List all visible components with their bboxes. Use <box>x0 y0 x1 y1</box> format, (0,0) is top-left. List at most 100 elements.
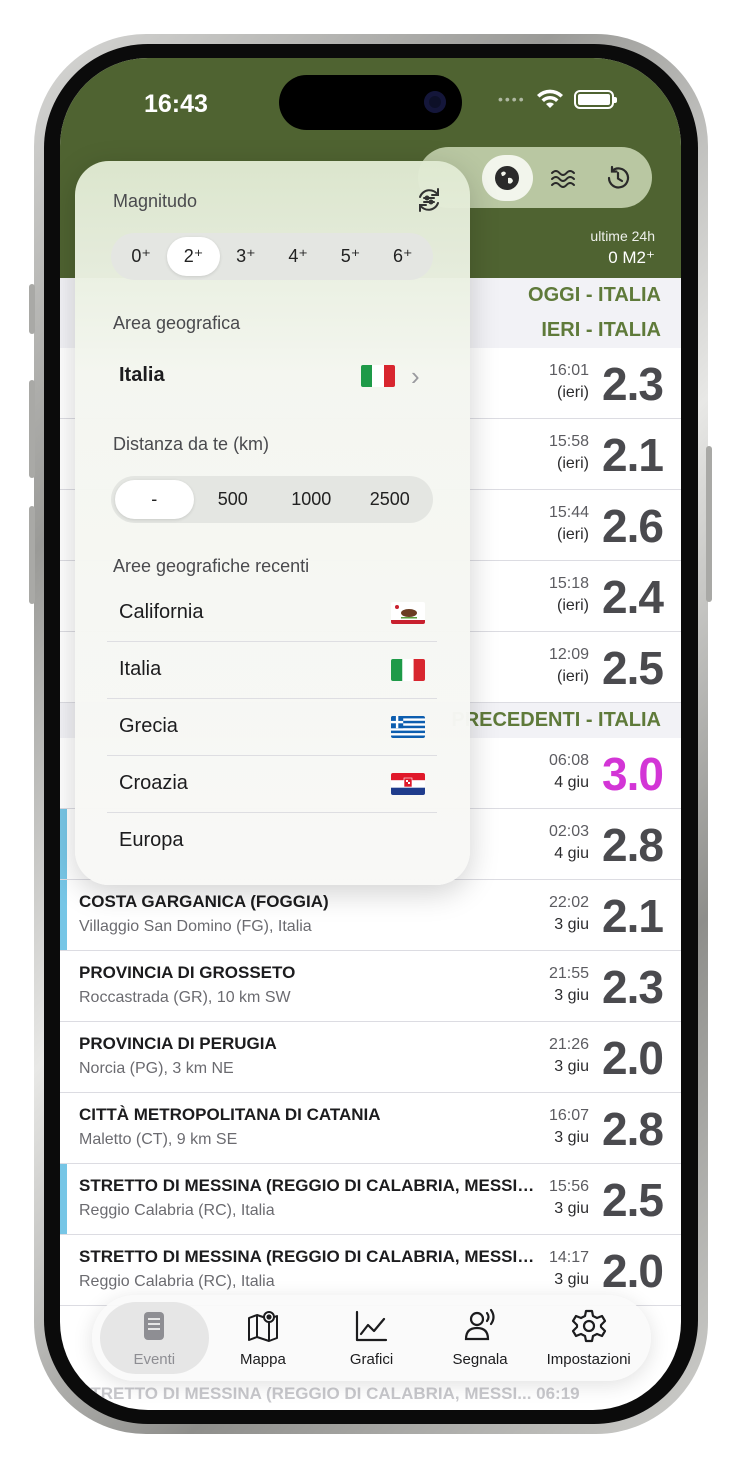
event-location: Reggio Calabria (RC), Italia <box>79 1273 275 1290</box>
bottom-ghost-row: STRETTO DI MESSINA (REGGIO DI CALABRIA, … <box>79 1384 580 1403</box>
event-time-block: 12:09 (ieri) <box>549 644 589 688</box>
event-time-block: 15:44 (ieri) <box>549 502 589 546</box>
event-time: 21:26 <box>548 1036 589 1053</box>
event-magnitude: 2.1 <box>602 429 664 481</box>
event-time-block: 15:18 (ieri) <box>549 573 589 617</box>
magnitude-chip[interactable]: 6⁺ <box>377 237 429 276</box>
recent-area-item[interactable]: California <box>107 585 437 642</box>
volume-down-button <box>29 506 35 604</box>
settings-icon <box>571 1308 607 1349</box>
area-selector-button[interactable]: Italia › <box>107 346 437 406</box>
history-icon <box>608 165 630 189</box>
event-time-block: 21:55 3 giu <box>549 963 589 1007</box>
magnitude-selector: 0⁺ 2⁺ 3⁺ 4⁺ 5⁺ 6⁺ <box>111 233 433 280</box>
event-location: Maletto (CT), 9 km SE <box>79 1131 238 1148</box>
distance-chip[interactable]: 2500 <box>351 480 430 519</box>
segment-history[interactable] <box>593 155 645 201</box>
tab-label: Eventi <box>133 1351 176 1368</box>
event-time: 15:18 <box>548 575 589 592</box>
tab-label: Segnala <box>452 1351 508 1368</box>
event-date: 3 giu <box>554 1271 589 1288</box>
magnitude-chip[interactable]: 3⁺ <box>220 237 272 276</box>
event-time: 21:55 <box>548 965 589 982</box>
event-time-block: 15:56 3 giu <box>549 1176 589 1220</box>
croatia-flag-icon <box>391 773 425 795</box>
chart-icon <box>353 1308 389 1349</box>
recent-area-item[interactable]: Italia <box>107 642 437 699</box>
distance-label: Distanza da te (km) <box>113 434 270 454</box>
tab-mappa[interactable]: Mappa <box>209 1302 318 1374</box>
status-time: 16:43 <box>144 90 208 118</box>
event-time-block: 14:17 3 giu <box>549 1247 589 1291</box>
battery-icon <box>573 89 617 109</box>
recent-area-name: Europa <box>119 829 184 851</box>
event-magnitude: 2.0 <box>602 1032 664 1084</box>
event-magnitude: 2.6 <box>602 500 664 552</box>
report-icon <box>462 1308 498 1349</box>
event-time-block: 15:58 (ieri) <box>549 431 589 475</box>
california-flag-icon <box>391 602 425 624</box>
magnitude-chip[interactable]: 0⁺ <box>115 237 167 276</box>
tab-grafici[interactable]: Grafici <box>317 1302 426 1374</box>
events-icon <box>136 1308 172 1349</box>
event-date: 4 giu <box>554 845 589 862</box>
event-time: 15:56 <box>548 1178 589 1195</box>
magnitude-chip[interactable]: 5⁺ <box>324 237 376 276</box>
event-magnitude: 2.3 <box>602 961 664 1013</box>
tab-segnala[interactable]: Segnala <box>426 1302 535 1374</box>
period-label: ultime 24h <box>590 228 655 244</box>
dynamic-island <box>279 75 462 130</box>
event-row[interactable]: PROVINCIA DI PERUGIA Norcia (PG), 3 km NE… <box>60 1022 681 1093</box>
magnitude-chip[interactable]: 4⁺ <box>272 237 324 276</box>
power-button <box>706 446 712 602</box>
recent-areas-list: California Italia Grecia Croazia Europa <box>107 585 437 870</box>
tab-bar: Eventi Mappa Grafici Segnala Impostazioni <box>92 1295 651 1381</box>
event-date: 3 giu <box>554 1129 589 1146</box>
segment-globe[interactable] <box>481 154 533 201</box>
event-time-block: 22:02 3 giu <box>549 892 589 936</box>
distance-chip[interactable]: 500 <box>194 480 273 519</box>
event-title: STRETTO DI MESSINA (REGGIO DI CALABRIA, … <box>79 1176 539 1195</box>
event-magnitude: 2.5 <box>602 642 664 694</box>
wifi-icon <box>536 89 563 108</box>
italy-flag-icon <box>361 365 395 387</box>
event-date: (ieri) <box>557 526 589 543</box>
event-magnitude: 2.8 <box>602 819 664 871</box>
filter-label: 0 M2⁺ <box>608 248 655 267</box>
area-label: Area geografica <box>113 313 241 333</box>
magnitude-chip[interactable]: 2⁺ <box>167 237 220 276</box>
event-magnitude: 2.3 <box>602 358 664 410</box>
event-title: STRETTO DI MESSINA (REGGIO DI CALABRIA, … <box>79 1247 539 1266</box>
distance-chip[interactable]: - <box>115 480 194 519</box>
event-time: 12:09 <box>548 646 589 663</box>
area-selected-name: Italia <box>119 364 165 386</box>
reset-filter-icon[interactable] <box>414 185 444 215</box>
distance-chip[interactable]: 1000 <box>272 480 351 519</box>
event-row[interactable]: PROVINCIA DI GROSSETO Roccastrada (GR), 1… <box>60 951 681 1022</box>
segment-waves[interactable] <box>537 155 589 201</box>
event-row[interactable]: CITTÀ METROPOLITANA DI CATANIA Maletto (C… <box>60 1093 681 1164</box>
event-time: 16:01 <box>548 362 589 379</box>
header-filter-summary[interactable]: ultime 24h 0 M2⁺ <box>590 228 655 268</box>
event-row[interactable]: COSTA GARGANICA (FOGGIA) Villaggio San Do… <box>60 880 681 951</box>
event-location: Reggio Calabria (RC), Italia <box>79 1202 275 1219</box>
tab-impostazioni[interactable]: Impostazioni <box>534 1302 643 1374</box>
event-date: (ieri) <box>557 384 589 401</box>
recent-area-item[interactable]: Grecia <box>107 699 437 756</box>
recent-area-name: Croazia <box>119 772 188 794</box>
status-icons: •••• <box>498 88 617 110</box>
event-date: 3 giu <box>554 1058 589 1075</box>
event-row[interactable]: STRETTO DI MESSINA (REGGIO DI CALABRIA, … <box>60 1164 681 1235</box>
distance-selector: -500 1000 2500 <box>111 476 433 523</box>
event-title: PROVINCIA DI GROSSETO <box>79 963 296 982</box>
event-time: 14:17 <box>548 1249 589 1266</box>
event-time: 15:44 <box>548 504 589 521</box>
event-title: PROVINCIA DI PERUGIA <box>79 1034 277 1053</box>
tab-eventi[interactable]: Eventi <box>100 1302 209 1374</box>
recent-area-item[interactable]: Europa <box>107 813 437 870</box>
volume-up-button <box>29 380 35 478</box>
event-date: (ieri) <box>557 597 589 614</box>
tab-label: Grafici <box>349 1351 394 1368</box>
recent-area-item[interactable]: Croazia <box>107 756 437 813</box>
event-date: 4 giu <box>554 774 589 791</box>
